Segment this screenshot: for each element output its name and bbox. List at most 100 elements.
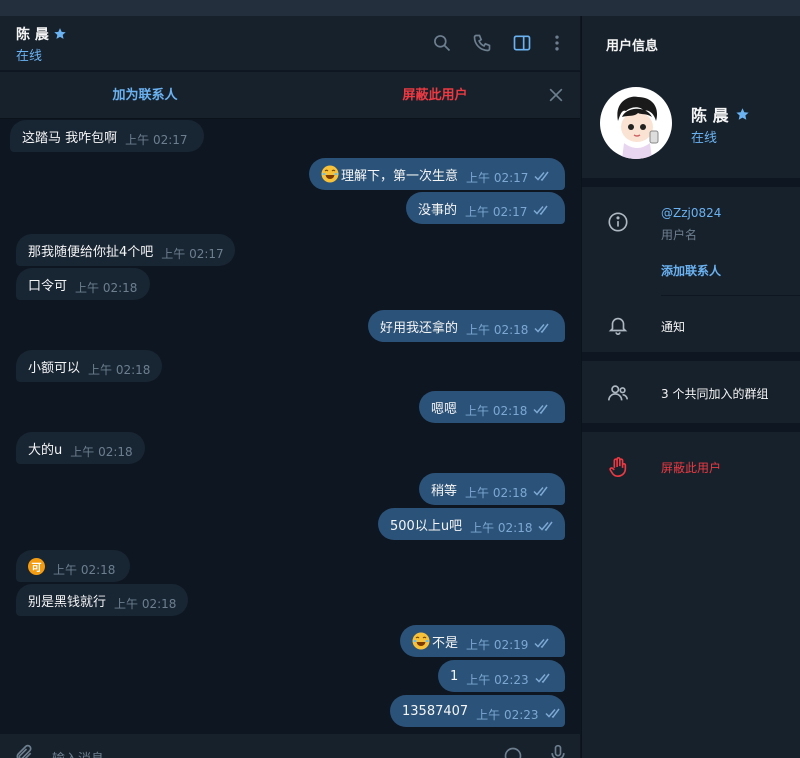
contact-action-bar: 加为联系人 屏蔽此用户 bbox=[0, 72, 580, 119]
ke-sticker-emoji-icon: 可 bbox=[28, 557, 45, 575]
phone-icon[interactable] bbox=[471, 32, 493, 54]
chat-pane: 陈 晨 在线 加为联系人 屏蔽此用户 这踏马 我咋包啊 上午 02:17 理解下，第… bbox=[0, 16, 580, 758]
read-checkmarks-icon bbox=[533, 481, 551, 497]
premium-star-icon bbox=[54, 28, 66, 39]
read-checkmarks-icon bbox=[545, 703, 563, 719]
message-time: 上午 02:23 bbox=[476, 707, 539, 722]
block-user-row[interactable]: 屏蔽此用户 bbox=[661, 459, 721, 476]
read-checkmarks-icon bbox=[538, 516, 556, 532]
read-checkmarks-icon bbox=[533, 200, 551, 216]
groups-in-common-row[interactable]: 3 个共同加入的群组 bbox=[661, 385, 768, 402]
message-time: 上午 02:18 bbox=[466, 322, 529, 337]
message-text: 不是 bbox=[432, 635, 459, 651]
premium-star-icon bbox=[735, 107, 749, 120]
incoming-message[interactable]: 那我随便给你扯4个吧 上午 02:17 bbox=[16, 234, 235, 266]
outgoing-message[interactable]: 1 上午 02:23 bbox=[438, 660, 565, 692]
read-checkmarks-icon bbox=[534, 166, 552, 182]
incoming-message[interactable]: 可上午 02:18 bbox=[16, 550, 130, 582]
message-text: 好用我还拿的 bbox=[380, 320, 459, 336]
profile-name-text: 陈 晨 bbox=[691, 106, 729, 125]
chat-header[interactable]: 陈 晨 在线 bbox=[0, 16, 580, 71]
message-time: 上午 02:17 bbox=[125, 132, 188, 147]
read-checkmarks-icon bbox=[533, 399, 551, 415]
username-value[interactable]: @Zzj0824 bbox=[661, 206, 721, 220]
peer-name-text: 陈 晨 bbox=[16, 27, 49, 43]
message-time: 上午 02:18 bbox=[70, 444, 133, 459]
divider bbox=[661, 295, 800, 296]
panel-title: 用户信息 bbox=[606, 39, 659, 54]
message-time: 上午 02:18 bbox=[88, 362, 151, 377]
divider bbox=[582, 352, 800, 361]
outgoing-message[interactable]: 13587407 上午 02:23 bbox=[390, 695, 565, 727]
message-text: 那我随便给你扯4个吧 bbox=[28, 244, 154, 260]
notifications-row[interactable]: 通知 bbox=[661, 318, 685, 335]
outgoing-message[interactable]: 没事的 上午 02:17 bbox=[406, 192, 565, 224]
search-icon[interactable] bbox=[431, 32, 453, 54]
message-text: 500以上u吧 bbox=[390, 518, 463, 534]
outgoing-message[interactable]: 嗯嗯 上午 02:18 bbox=[419, 391, 565, 423]
message-text: 13587407 bbox=[402, 703, 469, 719]
outgoing-message[interactable]: 不是 上午 02:19 bbox=[400, 625, 565, 657]
incoming-message[interactable]: 口令可 上午 02:18 bbox=[16, 268, 150, 300]
outgoing-message[interactable]: 好用我还拿的 上午 02:18 bbox=[368, 310, 565, 342]
incoming-message[interactable]: 小额可以 上午 02:18 bbox=[16, 350, 162, 382]
message-input[interactable]: 输入消息 bbox=[52, 748, 104, 758]
message-time: 上午 02:18 bbox=[114, 596, 177, 611]
message-time: 上午 02:18 bbox=[465, 485, 528, 500]
incoming-message[interactable]: 大的u 上午 02:18 bbox=[16, 432, 145, 464]
message-time: 上午 02:18 bbox=[53, 562, 116, 577]
read-checkmarks-icon bbox=[534, 318, 552, 334]
divider bbox=[582, 423, 800, 432]
read-checkmarks-icon bbox=[535, 668, 553, 684]
avatar[interactable] bbox=[600, 87, 672, 159]
sidebar-toggle-icon[interactable] bbox=[511, 32, 533, 54]
message-text: 嗯嗯 bbox=[431, 401, 458, 417]
message-text: 别是黑钱就行 bbox=[28, 594, 107, 610]
message-time: 上午 02:19 bbox=[466, 637, 529, 652]
laughing-emoji-icon bbox=[412, 632, 430, 650]
incoming-message[interactable]: 这踏马 我咋包啊 上午 02:17 bbox=[10, 120, 204, 152]
message-text: 没事的 bbox=[418, 202, 458, 218]
message-text: 1 bbox=[450, 668, 459, 684]
add-contact-button[interactable]: 加为联系人 bbox=[0, 72, 290, 119]
message-text: 稍等 bbox=[431, 483, 458, 499]
message-time: 上午 02:17 bbox=[161, 246, 224, 261]
group-icon bbox=[608, 385, 628, 401]
user-info-panel: 用户信息 陈 晨 在线 @Zzj0824 用户名 添加联系人 通知 3 个共同加… bbox=[581, 16, 800, 758]
outgoing-message[interactable]: 理解下，第一次生意 上午 02:17 bbox=[309, 158, 565, 190]
laughing-emoji-icon bbox=[321, 165, 339, 183]
peer-name[interactable]: 陈 晨 bbox=[16, 24, 67, 44]
window-top-strip bbox=[0, 0, 800, 16]
divider bbox=[582, 178, 800, 187]
emoji-icon[interactable] bbox=[503, 746, 523, 758]
bell-icon bbox=[608, 317, 628, 335]
message-text: 口令可 bbox=[28, 278, 68, 294]
profile-name: 陈 晨 bbox=[691, 102, 750, 126]
microphone-icon[interactable] bbox=[548, 744, 568, 758]
hand-stop-icon bbox=[609, 457, 627, 477]
message-text: 理解下，第一次生意 bbox=[341, 168, 459, 184]
profile-status: 在线 bbox=[691, 131, 718, 146]
read-checkmarks-icon bbox=[534, 633, 552, 649]
message-time: 上午 02:18 bbox=[465, 403, 528, 418]
incoming-message[interactable]: 别是黑钱就行 上午 02:18 bbox=[16, 584, 188, 616]
message-time: 上午 02:17 bbox=[466, 170, 529, 185]
add-contact-link[interactable]: 添加联系人 bbox=[661, 262, 721, 279]
username-label: 用户名 bbox=[661, 228, 698, 242]
composer[interactable]: 输入消息 bbox=[0, 734, 580, 758]
close-icon[interactable] bbox=[546, 85, 566, 105]
info-icon bbox=[608, 212, 628, 232]
message-text: 小额可以 bbox=[28, 360, 81, 376]
peer-status: 在线 bbox=[16, 49, 43, 64]
message-text: 这踏马 我咋包啊 bbox=[22, 130, 118, 146]
attach-icon[interactable] bbox=[14, 744, 34, 758]
outgoing-message[interactable]: 500以上u吧 上午 02:18 bbox=[378, 508, 565, 540]
outgoing-message[interactable]: 稍等 上午 02:18 bbox=[419, 473, 565, 505]
message-time: 上午 02:17 bbox=[465, 204, 528, 219]
more-menu-icon[interactable] bbox=[546, 32, 568, 54]
message-time: 上午 02:18 bbox=[75, 280, 138, 295]
message-list[interactable]: 这踏马 我咋包啊 上午 02:17 理解下，第一次生意 上午 02:17 没事的 上午 0… bbox=[0, 120, 580, 734]
message-text: 大的u bbox=[28, 442, 63, 458]
message-time: 上午 02:23 bbox=[466, 672, 529, 687]
block-user-button[interactable]: 屏蔽此用户 bbox=[290, 72, 580, 119]
